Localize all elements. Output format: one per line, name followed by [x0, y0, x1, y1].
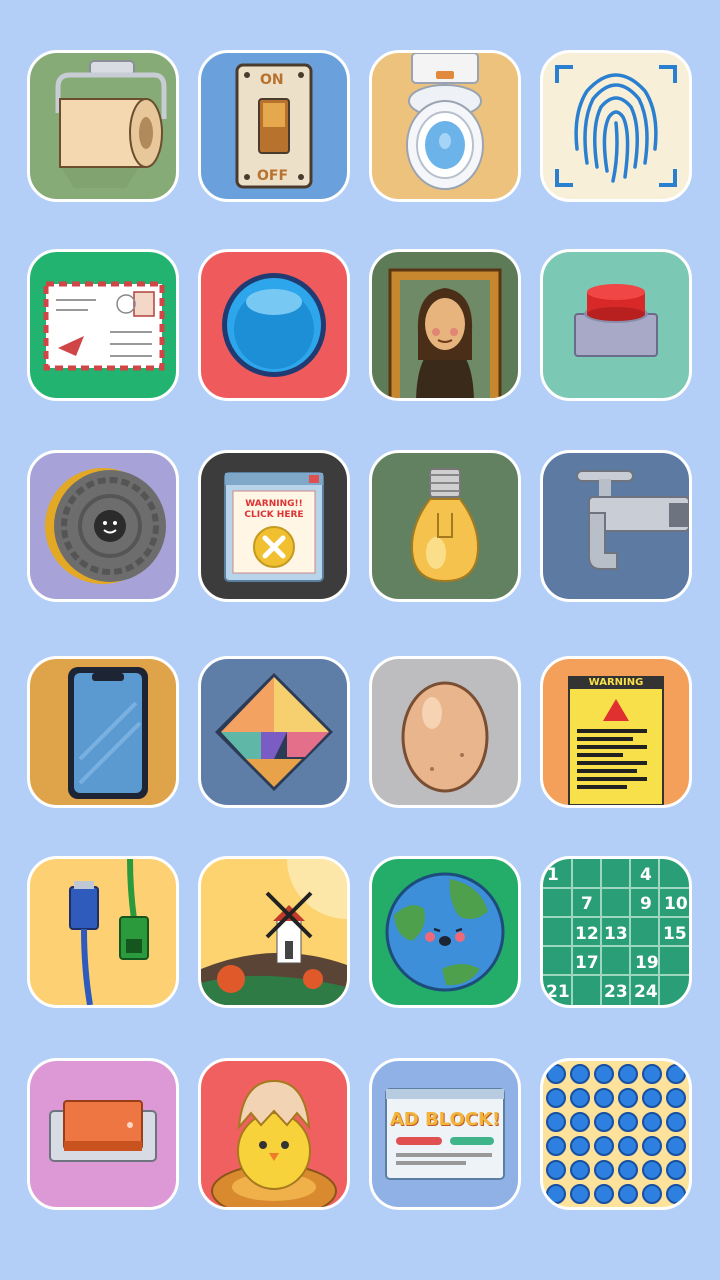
level-tile-faucet[interactable]: [540, 450, 692, 602]
level-tile-smartphone[interactable]: [27, 656, 179, 808]
level-tile-pop-it[interactable]: [540, 1058, 692, 1210]
level-tile-tangram[interactable]: [198, 656, 350, 808]
level-tile-popup-ad[interactable]: WARNING!! CLICK HERE: [198, 450, 350, 602]
level-tile-usb-cable[interactable]: [27, 856, 179, 1008]
level-tile-ad-block[interactable]: AD BLOCK!: [369, 1058, 521, 1210]
warning-sign-icon: [568, 676, 664, 805]
egg-icon: [401, 681, 489, 793]
popup-window-icon: [224, 472, 324, 582]
level-tile-manhole[interactable]: [27, 450, 179, 602]
hatching-chick-icon: [211, 1079, 337, 1207]
number-grid-icon: [543, 859, 689, 1005]
ad-block-window-icon: [385, 1088, 505, 1180]
level-grid: ON OFF WARNING!! CLICK HERE WARNING 1 4 …: [27, 50, 693, 1210]
rocker-switch-icon: [49, 1100, 157, 1162]
windmill-icon: [201, 859, 347, 1005]
level-tile-mona-lisa[interactable]: [369, 249, 521, 401]
level-tile-warning-sign[interactable]: WARNING: [540, 656, 692, 808]
red-button-icon: [574, 284, 658, 357]
level-tile-hatching-chick[interactable]: [198, 1058, 350, 1210]
faucet-icon: [576, 470, 689, 570]
usb-cable-icon: [69, 859, 149, 1005]
level-tile-light-bulb[interactable]: [369, 450, 521, 602]
blue-button-icon: [222, 273, 326, 377]
level-tile-egg[interactable]: [369, 656, 521, 808]
mona-lisa-painting-icon: [388, 268, 502, 398]
pop-it-icon: [546, 1064, 686, 1204]
envelope-icon: [43, 281, 165, 371]
level-tile-toilet-paper[interactable]: [27, 50, 179, 202]
level-tile-light-switch[interactable]: ON OFF: [198, 50, 350, 202]
light-bulb-icon: [410, 468, 480, 583]
earth-icon: [385, 872, 505, 992]
light-switch-icon: [235, 63, 313, 189]
level-tile-toilet[interactable]: [369, 50, 521, 202]
tangram-icon: [215, 673, 333, 791]
level-tile-number-grid[interactable]: 1 4 7 9 10 12 13 15 17 19 21 23 24: [540, 856, 692, 1008]
level-tile-red-button[interactable]: [540, 249, 692, 401]
level-tile-earth[interactable]: [369, 856, 521, 1008]
level-tile-rocker-switch[interactable]: [27, 1058, 179, 1210]
toilet-paper-icon: [55, 60, 167, 188]
manhole-cover-icon: [45, 468, 166, 584]
smartphone-icon: [68, 667, 148, 799]
level-tile-fingerprint[interactable]: [540, 50, 692, 202]
toilet-icon: [406, 53, 484, 190]
level-tile-envelope[interactable]: [27, 249, 179, 401]
level-tile-windmill[interactable]: [198, 856, 350, 1008]
fingerprint-icon: [555, 65, 677, 187]
level-tile-blue-button[interactable]: [198, 249, 350, 401]
